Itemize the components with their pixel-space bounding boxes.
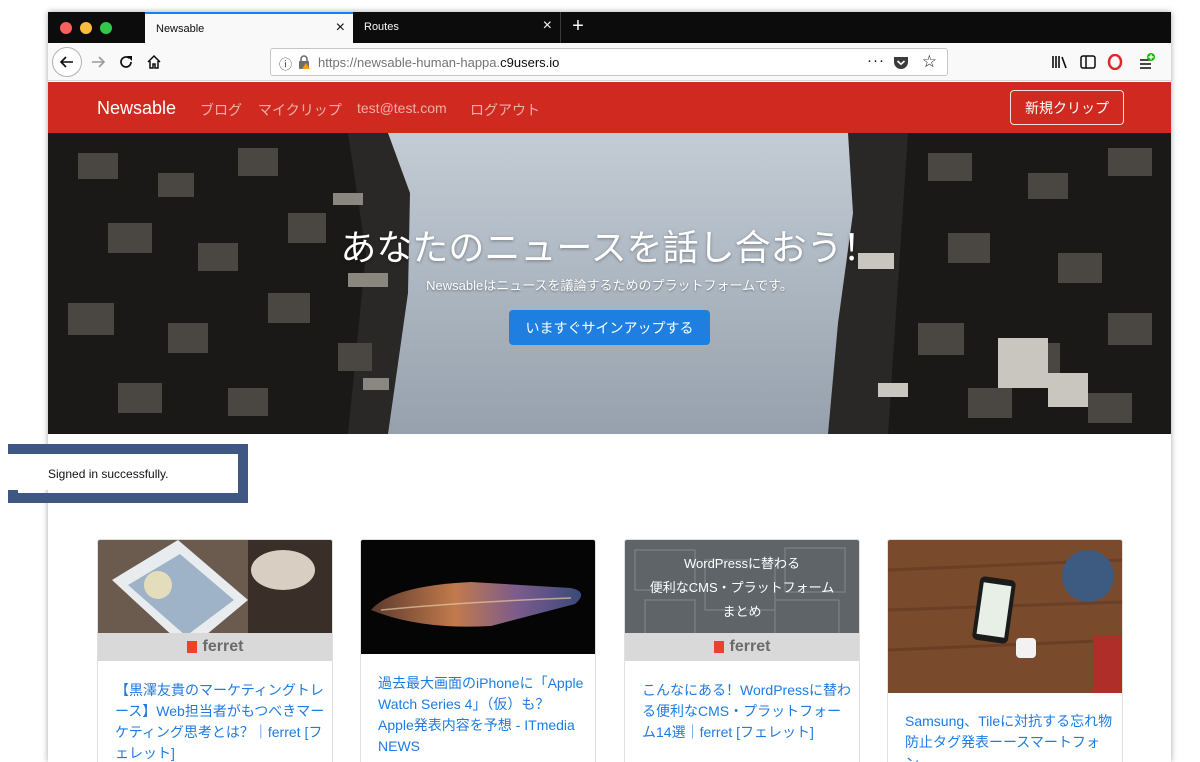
url-bar[interactable]: ⓘ https://newsable-human-happa.c9users.i… (270, 48, 948, 76)
close-icon[interactable]: × (336, 19, 345, 37)
brand-logo[interactable]: Newsable (97, 98, 176, 119)
article-title-link[interactable]: 過去最大画面のiPhoneに「Apple Watch Series 4」（仮）も… (378, 673, 588, 757)
article-thumbnail: WordPressに替わる 便利なCMS・プラットフォーム まとめ ferret (625, 540, 859, 661)
info-icon[interactable]: ⓘ (279, 54, 292, 73)
home-icon[interactable] (142, 50, 166, 74)
nav-link-logout[interactable]: ログアウト (470, 100, 540, 120)
article-thumbnail (888, 540, 1122, 693)
article-title-link[interactable]: こんなにある！WordPressに替わる便利なCMS・プラットフォーム14選｜f… (642, 680, 852, 743)
hero-subtitle: Newsableはニュースを議論するためのプラットフォームです。 (426, 278, 793, 293)
window-minimize-button[interactable] (80, 22, 92, 34)
article-card[interactable]: 過去最大画面のiPhoneに「Apple Watch Series 4」（仮）も… (360, 539, 596, 762)
flash-message-text: Signed in successfully. (48, 467, 169, 481)
library-icon[interactable] (1048, 50, 1072, 74)
browser-toolbar: ⓘ https://newsable-human-happa.c9users.i… (48, 43, 1171, 81)
window-zoom-button[interactable] (100, 22, 112, 34)
tab-title: Routes (364, 21, 399, 33)
page-actions-icon[interactable]: ··· (867, 52, 885, 69)
nav-link-blog[interactable]: ブログ (200, 100, 242, 120)
tab-newsable[interactable]: Newsable × (145, 12, 353, 43)
bookmark-star-icon[interactable]: ☆ (922, 52, 937, 72)
new-clip-button[interactable]: 新規クリップ (1010, 90, 1124, 125)
signup-button[interactable]: いますぐサインアップする (509, 310, 710, 345)
article-title-link[interactable]: 【黒澤友貴のマーケティングトレース】Web担当者がもつべきマーケティング思考とは… (115, 680, 325, 762)
hero-title: あなたのニュースを話し合おう！ (340, 227, 879, 268)
tab-title: Newsable (156, 23, 205, 35)
tab-routes[interactable]: Routes × (353, 12, 561, 43)
new-tab-icon[interactable]: + (568, 15, 588, 37)
article-thumbnail: ferret (98, 540, 332, 661)
window-close-button[interactable] (60, 22, 72, 34)
hero-banner: あなたのニュースを話し合おう！ Newsableはニュースを議論するためのプラッ… (48, 133, 1171, 434)
article-card[interactable]: Samsung、Tileに対抗する忘れ物防止タグ発表ーースマートフォン... (887, 539, 1123, 762)
nav-link-my-clip[interactable]: マイクリップ (258, 100, 342, 120)
sidebar-icon[interactable] (1076, 50, 1100, 74)
article-card[interactable]: ferret 【黒澤友貴のマーケティングトレース】Web担当者がもつべきマーケテ… (97, 539, 333, 762)
lock-icon[interactable] (297, 54, 311, 70)
ferret-logo: ferret (98, 633, 332, 661)
thumbnail-caption: WordPressに替わる 便利なCMS・プラットフォーム まとめ (649, 556, 835, 619)
reload-icon[interactable] (114, 50, 138, 74)
url-text: https://newsable-human-happa.c9users.io (318, 55, 560, 70)
close-icon[interactable]: × (543, 17, 552, 35)
forward-icon[interactable] (86, 50, 110, 74)
nav-link-account-email[interactable]: test@test.com (357, 100, 447, 116)
tab-bar: Newsable × Routes × + (48, 12, 1171, 43)
flash-notice: Signed in successfully. (8, 454, 234, 490)
opera-icon[interactable] (1103, 50, 1127, 74)
article-thumbnail (361, 540, 595, 654)
menu-icon[interactable] (1135, 50, 1159, 74)
back-icon[interactable] (52, 47, 82, 77)
site-navbar: Newsable ブログ マイクリップ test@test.com ログアウト … (48, 82, 1171, 133)
ferret-logo: ferret (625, 633, 859, 661)
pocket-icon[interactable] (893, 55, 909, 70)
article-card[interactable]: WordPressに替わる 便利なCMS・プラットフォーム まとめ ferret… (624, 539, 860, 762)
browser-window: Newsable × Routes × + ⓘ https://newsable… (48, 12, 1171, 762)
article-title-link[interactable]: Samsung、Tileに対抗する忘れ物防止タグ発表ーースマートフォン... (905, 711, 1115, 762)
